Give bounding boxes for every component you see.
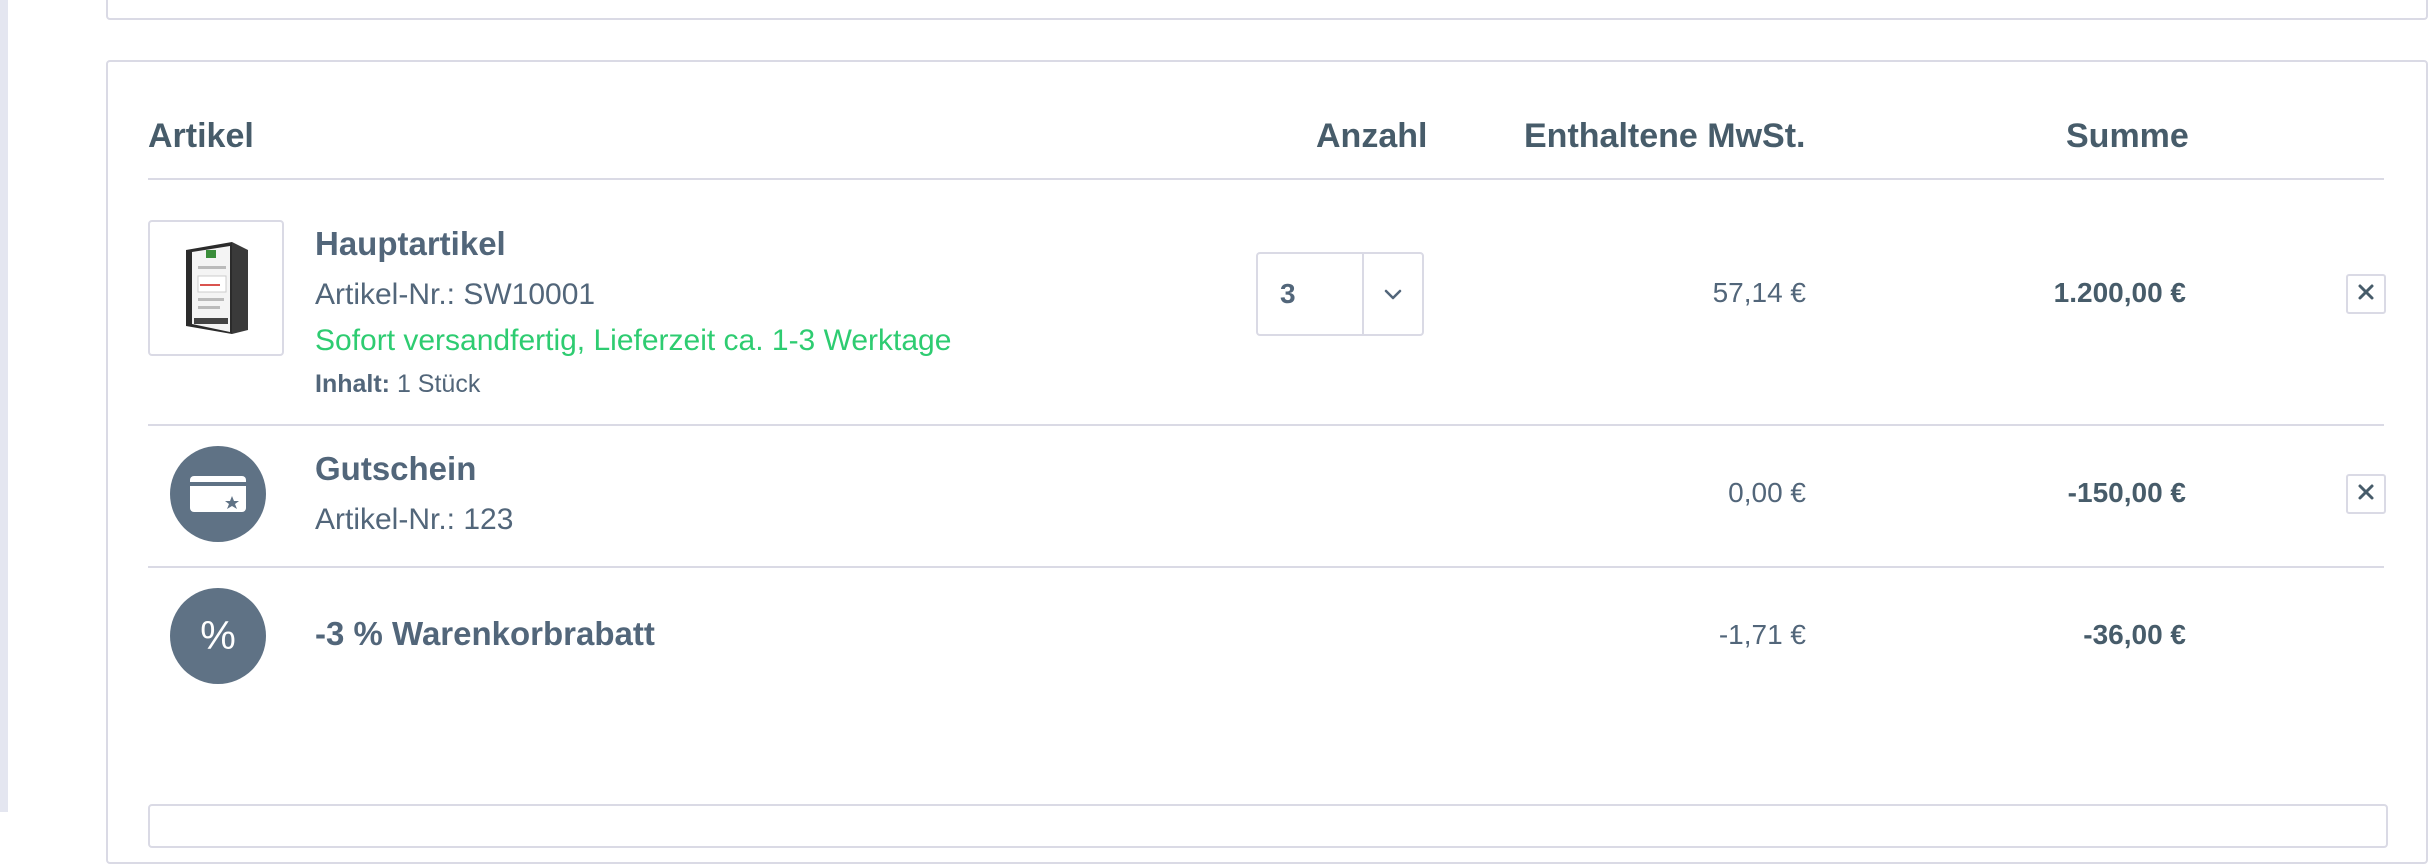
product-box-image (186, 242, 248, 334)
discount-name: -3 % Warenkorbrabatt (315, 615, 655, 652)
row-divider (148, 424, 2384, 426)
column-header-vat: Enthaltene MwSt. (1524, 117, 1806, 155)
quantity-value: 3 (1280, 278, 1296, 309)
column-header-total: Summe (2066, 117, 2189, 155)
previous-panel (106, 0, 2428, 20)
percent-symbol: % (200, 613, 236, 658)
next-section-field (148, 804, 2388, 848)
remove-voucher-button[interactable] (2346, 474, 2386, 514)
row-divider (148, 566, 2384, 568)
column-header-article: Artikel (148, 117, 254, 155)
product-vat: 57,14 € (1712, 277, 1806, 308)
header-divider (148, 178, 2384, 180)
close-icon (2357, 483, 2375, 506)
quantity-select[interactable]: 3 (1256, 252, 1424, 336)
delivery-status: Sofort versandfertig, Lieferzeit ca. 1-3… (315, 324, 952, 357)
voucher-total: -150,00 € (2067, 477, 2186, 508)
percent-icon: % (170, 588, 266, 684)
product-content-label: Inhalt: (315, 370, 390, 398)
chevron-down-icon[interactable] (1364, 254, 1422, 334)
remove-product-button[interactable] (2346, 274, 2386, 314)
close-icon (2357, 283, 2375, 306)
left-sidebar-edge (0, 0, 8, 812)
product-content: Inhalt: 1 Stück (315, 370, 480, 399)
voucher-number: Artikel-Nr.: 123 (315, 503, 514, 536)
product-thumbnail[interactable] (148, 220, 284, 356)
voucher-card-icon (170, 446, 266, 542)
product-name[interactable]: Hauptartikel (315, 225, 506, 263)
product-total: 1.200,00 € (2053, 277, 2186, 308)
column-header-quantity: Anzahl (1316, 117, 1428, 155)
voucher-vat: 0,00 € (1728, 477, 1806, 508)
product-number: Artikel-Nr.: SW10001 (315, 278, 596, 311)
discount-vat: -1,71 € (1718, 619, 1806, 650)
discount-total: -36,00 € (2083, 619, 2186, 650)
voucher-name: Gutschein (315, 450, 477, 487)
product-content-value: 1 Stück (396, 370, 481, 398)
